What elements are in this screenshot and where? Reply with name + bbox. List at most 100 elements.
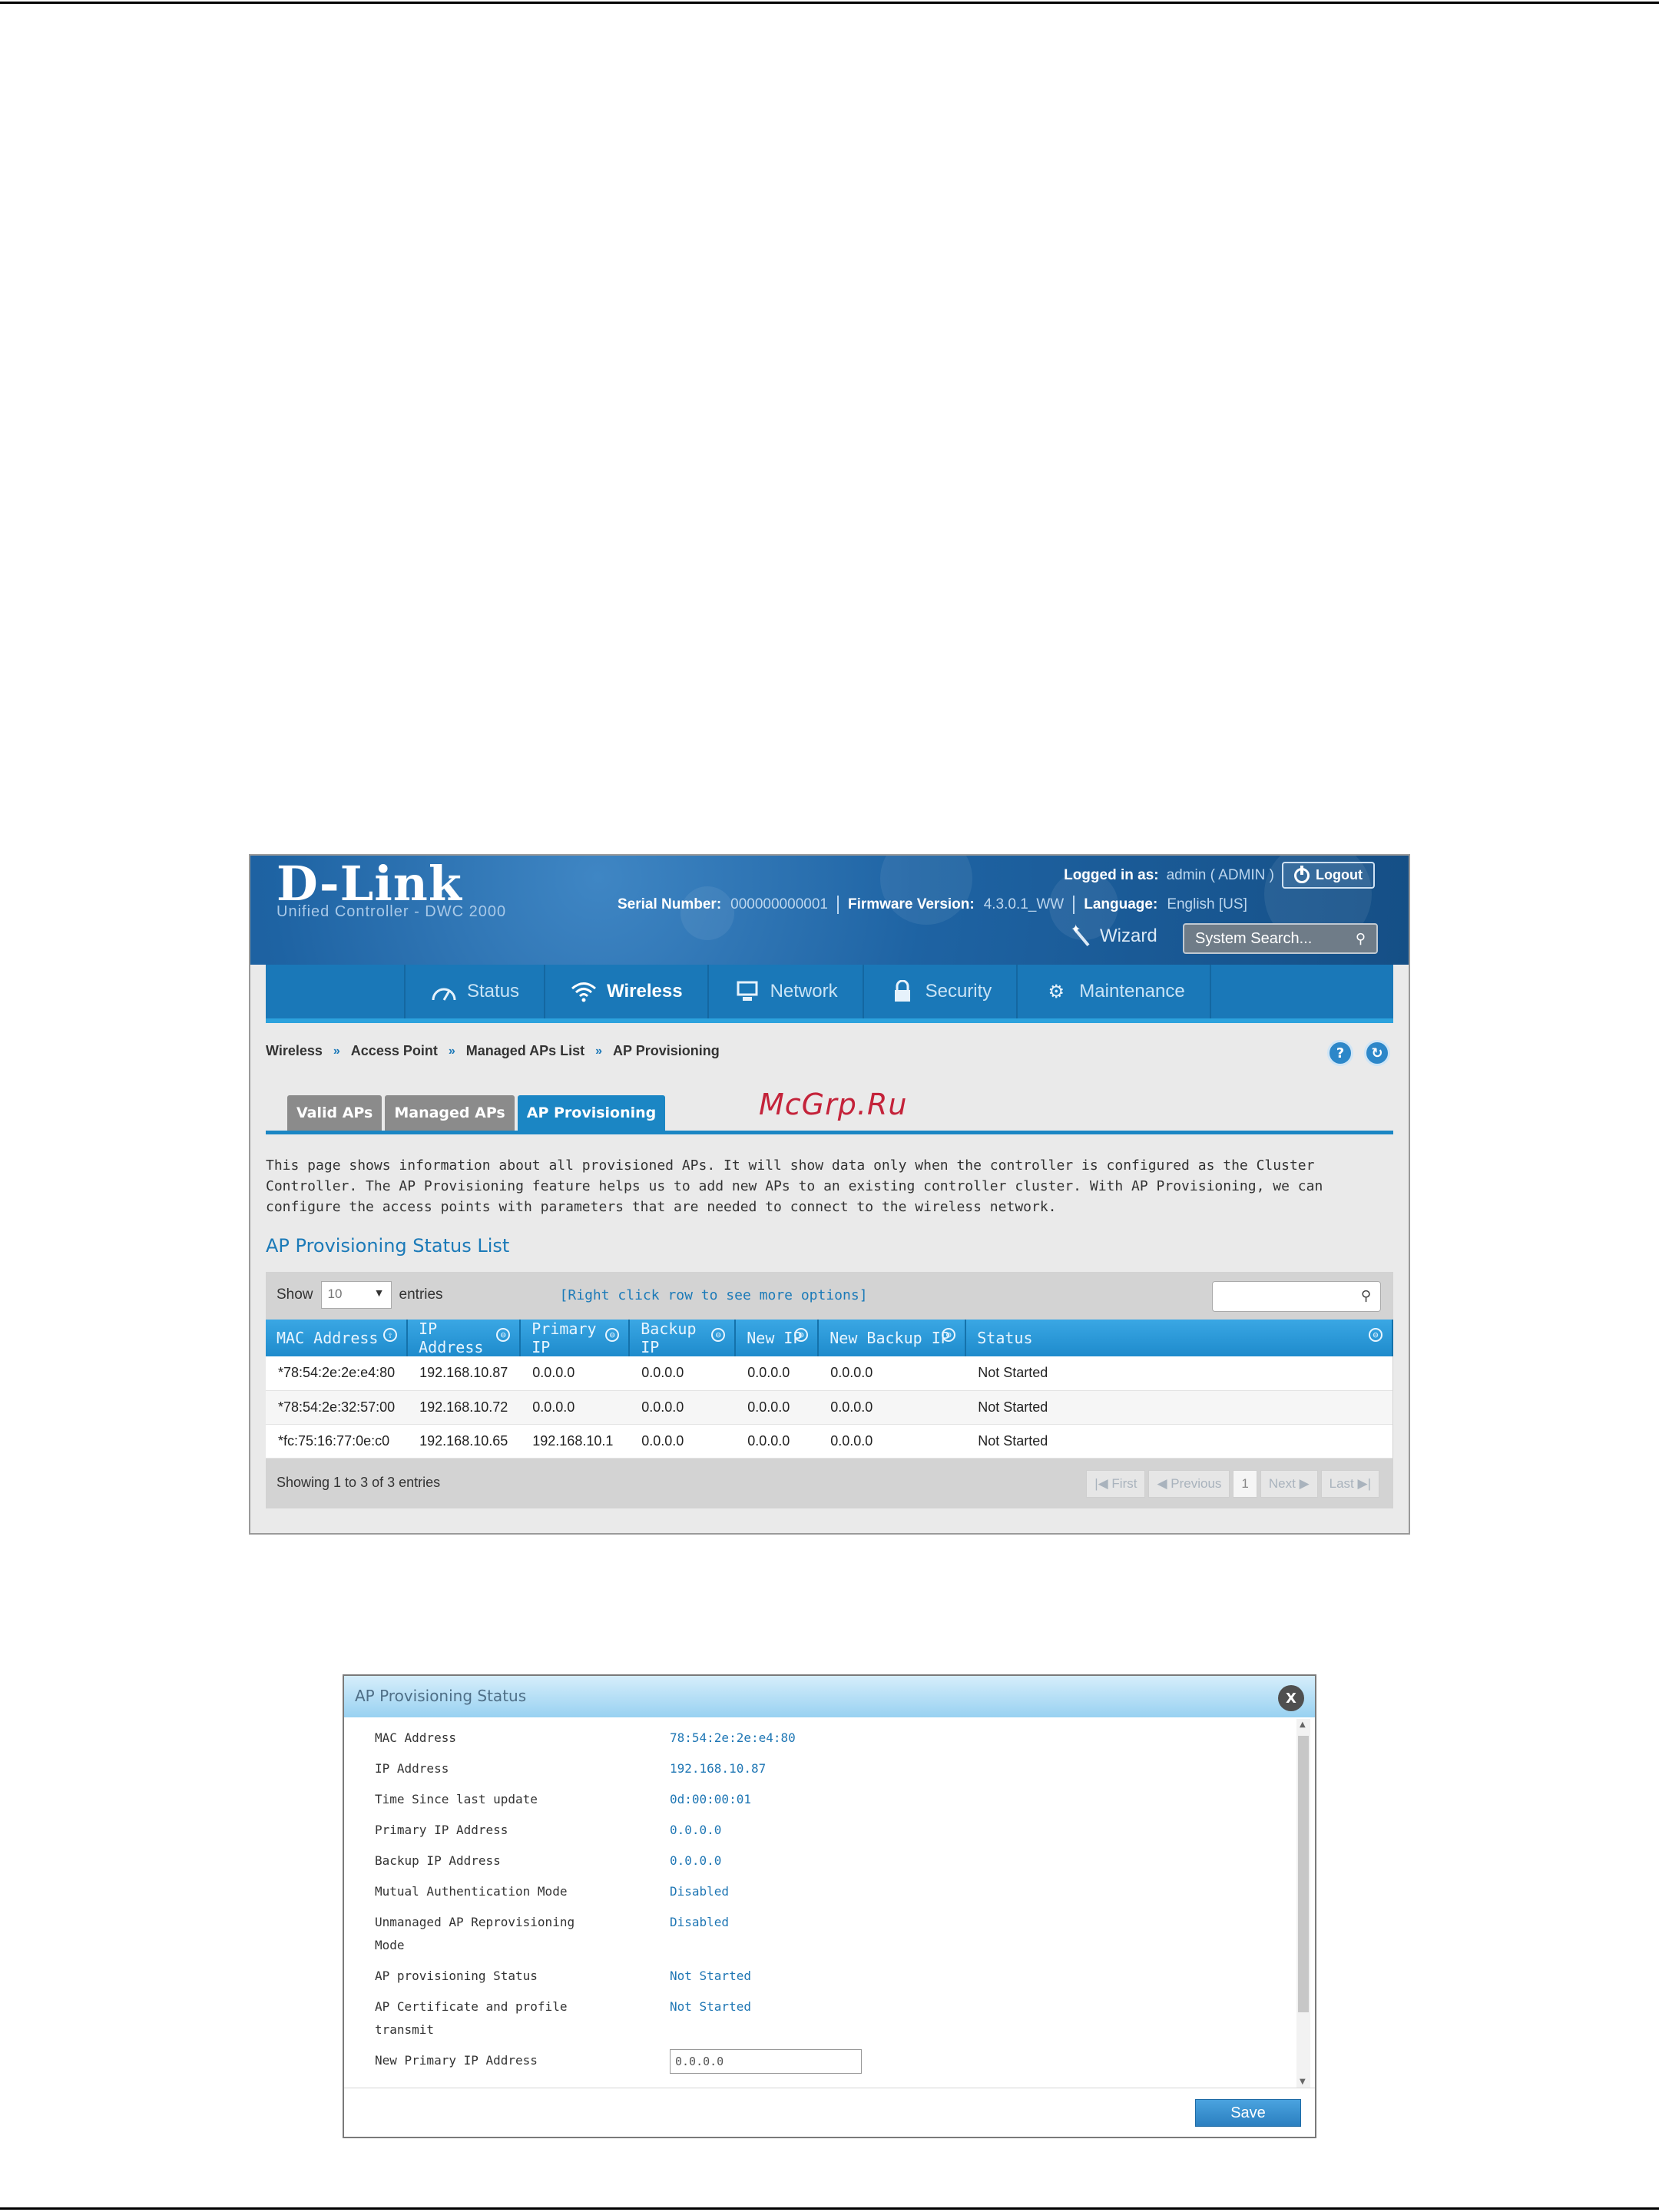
field-label: Primary IP Address [375,1823,508,1837]
field-value: 0.0.0.0 [670,1853,722,1868]
field-label: Unmanaged AP Reprovisioning Mode [375,1915,575,1952]
divider [836,896,839,914]
right-click-hint: [Right click row to see more options] [559,1286,868,1303]
breadcrumb-ap-provisioning: AP Provisioning [613,1043,720,1058]
nav-security[interactable]: Security [864,965,1018,1018]
cell-new-backup-ip: 0.0.0.0 [818,1390,966,1425]
field-value: 192.168.10.87 [670,1761,767,1776]
table-header-row: MAC Address ⇧ IP Address ⊖ Primary IP ⊖ Bac… [266,1320,1393,1356]
field-label: Time Since last update [375,1792,538,1806]
nav-security-label: Security [925,981,992,1002]
refresh-icon[interactable]: ↻ [1364,1040,1390,1066]
nav-network-label: Network [770,981,838,1002]
page-top-rule [0,2,1659,4]
cell-backup-ip: 0.0.0.0 [629,1424,736,1459]
field-value: Disabled [670,1915,730,1929]
dialog-title: AP Provisioning Status [355,1687,527,1705]
field-label: Mutual Authentication Mode [375,1884,568,1899]
pager-previous-button[interactable]: ◀ Previous [1148,1470,1230,1498]
main-nav: Status Wireless Network Security ⚙ Maint… [266,965,1393,1023]
entries-select[interactable]: 10 ▼ [320,1281,392,1309]
system-search-placeholder: System Search... [1195,930,1313,947]
nav-wireless[interactable]: Wireless [545,965,709,1018]
new-primary-ip-label: New Primary IP Address [375,2053,538,2068]
last-page-icon: ▶| [1353,1476,1372,1491]
cell-new-ip: 0.0.0.0 [735,1356,819,1391]
network-icon [733,980,761,1003]
serial-value: 000000000001 [730,896,828,912]
cell-status: Not Started [965,1390,1392,1425]
col-ip-address[interactable]: IP Address ⊖ [407,1320,522,1356]
dialog-body: MAC Address 78:54:2e:2e:e4:80 IP Address… [344,1717,1296,2088]
nav-maintenance[interactable]: ⚙ Maintenance [1018,965,1211,1018]
tab-managed-aps[interactable]: Managed APs [385,1095,515,1131]
search-icon[interactable]: ⚲ [1361,1288,1371,1304]
field-value: Not Started [670,1999,751,2014]
cell-status: Not Started [965,1424,1392,1459]
dialog-scrollbar[interactable]: ▲ ▼ [1296,1719,1310,2088]
dialog-footer: Save [344,2088,1315,2137]
field-label: AP Certificate and profile transmit [375,1999,568,2037]
cell-primary-ip: 0.0.0.0 [520,1390,630,1425]
scroll-down-icon[interactable]: ▼ [1300,2078,1306,2086]
logout-button[interactable]: Logout [1282,862,1375,889]
cell-primary-ip: 0.0.0.0 [520,1356,630,1391]
header-banner: D-Link Unified Controller - DWC 2000 Log… [250,856,1409,965]
wifi-icon [570,980,598,1003]
cell-new-ip: 0.0.0.0 [735,1424,819,1459]
dropdown-arrow-icon: ▼ [373,1286,385,1299]
table-row[interactable]: *78:54:2e:32:57:00 192.168.10.72 0.0.0.0… [266,1390,1392,1425]
cell-mac: *78:54:2e:32:57:00 [266,1390,408,1425]
cell-backup-ip: 0.0.0.0 [629,1356,736,1391]
tab-valid-aps[interactable]: Valid APs [287,1095,382,1131]
new-primary-ip-input[interactable]: 0.0.0.0 [670,2049,862,2074]
breadcrumb-access-point[interactable]: Access Point [351,1043,438,1059]
search-icon[interactable]: ⚲ [1356,931,1366,947]
sort-icon: ⊖ [605,1328,620,1342]
system-search-input[interactable]: System Search... ⚲ [1183,923,1378,954]
next-page-icon: ▶ [1295,1476,1310,1491]
nav-status[interactable]: Status [404,965,546,1018]
cell-mac: *fc:75:16:77:0e:c0 [266,1424,408,1459]
col-backup-ip[interactable]: Backup IP ⊖ [629,1320,737,1356]
col-new-backup-ip[interactable]: New Backup IP ⊖ [818,1320,967,1356]
breadcrumb: Wireless » Access Point » Managed APs Li… [266,1043,720,1059]
nav-network[interactable]: Network [709,965,864,1018]
col-new-ip[interactable]: New IP ⊖ [735,1320,820,1356]
help-icon[interactable]: ? [1327,1040,1353,1066]
cell-new-backup-ip: 0.0.0.0 [818,1424,966,1459]
tab-ap-provisioning[interactable]: AP Provisioning [517,1095,666,1131]
scrollbar-thumb[interactable] [1298,1736,1309,2012]
help-tools: ? ↻ [1327,1040,1390,1066]
language-select[interactable]: English [US] [1167,896,1247,913]
sort-icon: ⊖ [942,1328,956,1342]
breadcrumb-managed-aps[interactable]: Managed APs List [466,1043,584,1059]
divider [1073,896,1075,914]
table-row[interactable]: *78:54:2e:2e:e4:80 192.168.10.87 0.0.0.0… [266,1356,1392,1391]
col-mac-address[interactable]: MAC Address ⇧ [266,1320,409,1356]
col-status[interactable]: Status ⊖ [965,1320,1393,1356]
save-button[interactable]: Save [1195,2099,1301,2127]
table-search-input[interactable]: ⚲ [1212,1281,1381,1312]
wizard-link[interactable]: Wizard [1071,922,1157,948]
section-title: AP Provisioning Status List [266,1235,510,1257]
pager-next-button[interactable]: Next ▶ [1260,1470,1318,1498]
logged-in-label: Logged in as: [1064,866,1159,883]
watermark: McGrp.Ru [759,1088,908,1121]
pager-first-button[interactable]: |◀ First [1086,1470,1146,1498]
breadcrumb-wireless[interactable]: Wireless [266,1043,323,1059]
field-label: AP provisioning Status [375,1969,538,1983]
cell-primary-ip: 192.168.10.1 [520,1424,630,1459]
close-icon[interactable]: X [1278,1685,1304,1711]
breadcrumb-separator: » [333,1044,340,1058]
lock-icon [889,980,916,1003]
pager-page-1[interactable]: 1 [1233,1470,1257,1498]
pager-last-button[interactable]: Last ▶| [1320,1470,1379,1498]
gauge-icon [430,980,458,1003]
col-primary-ip[interactable]: Primary IP ⊖ [520,1320,631,1356]
entries-label: entries [399,1286,443,1303]
entries-select-value: 10 [327,1286,343,1301]
breadcrumb-separator: » [448,1044,455,1058]
scroll-up-icon[interactable]: ▲ [1300,1720,1306,1729]
table-row[interactable]: *fc:75:16:77:0e:c0 192.168.10.65 192.168… [266,1424,1392,1459]
